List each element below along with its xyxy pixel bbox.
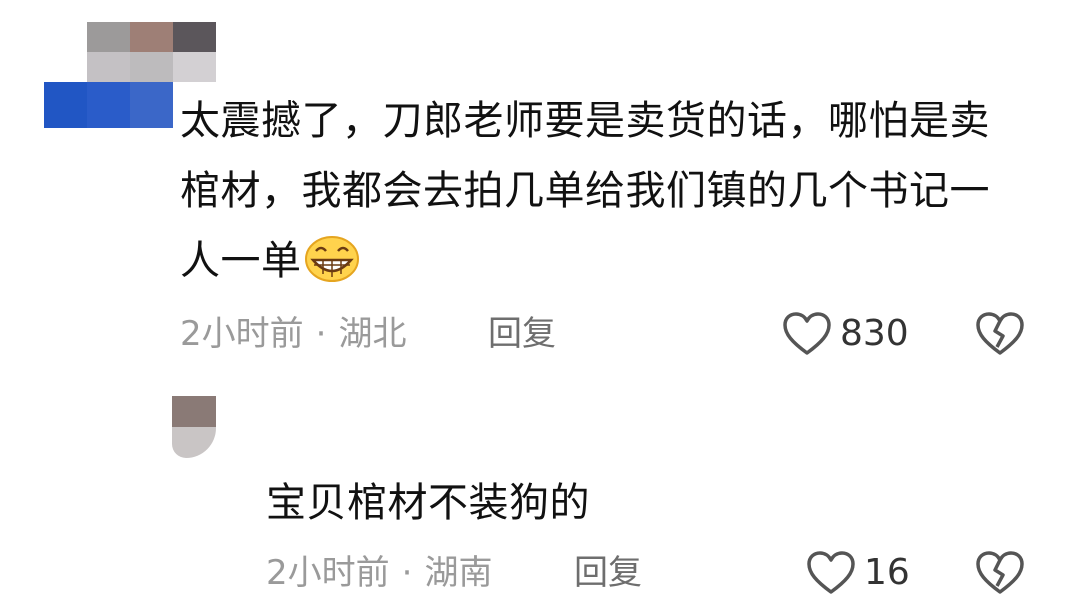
reply-avatar[interactable] [172,396,216,458]
avatar-tile [173,22,216,52]
comment-location: 湖北 [338,314,407,354]
like-button[interactable]: 16 [806,550,910,596]
dislike-button[interactable] [975,550,1025,600]
reply-location: 湖南 [424,553,493,593]
comment-meta: 2小时前 · 湖北 [180,314,406,354]
reply-button[interactable]: 回复 [488,314,556,354]
avatar-tile [87,22,130,52]
avatar-tile [44,22,87,52]
like-button[interactable]: 830 [782,311,909,357]
heart-icon [807,551,855,594]
avatar-tile [44,82,87,128]
avatar-tile [172,427,216,458]
avatar-tile [130,52,173,82]
comment-text: 太震撼了，刀郎老师要是卖货的话，哪怕是卖棺材，我都会去拍几单给我们镇的几个书记一… [180,86,1020,296]
reply-text: 宝贝棺材不装狗的 [266,480,590,526]
avatar-tile [130,22,173,52]
meta-separator: · [401,553,413,593]
dislike-button[interactable] [975,311,1025,361]
avatar-tile [87,52,130,82]
comment-time: 2小时前 [180,314,304,354]
like-count: 830 [840,313,909,354]
meta-separator: · [315,314,327,354]
comment-body: 太震撼了，刀郎老师要是卖货的话，哪怕是卖棺材，我都会去拍几单给我们镇的几个书记一… [180,98,990,284]
reply-button[interactable]: 回复 [574,553,642,593]
reply-time: 2小时前 [266,553,390,593]
avatar-tile [44,52,87,82]
grinning-face-icon [304,236,359,282]
avatar-tile [130,82,173,128]
reply-meta: 2小时前 · 湖南 [266,553,492,593]
broken-heart-icon [976,312,1024,355]
avatar-tile [87,82,130,128]
avatar-tile [172,396,216,427]
avatar-tile [173,52,216,82]
like-count: 16 [864,552,910,593]
broken-heart-icon [976,551,1024,594]
heart-icon [783,312,831,355]
